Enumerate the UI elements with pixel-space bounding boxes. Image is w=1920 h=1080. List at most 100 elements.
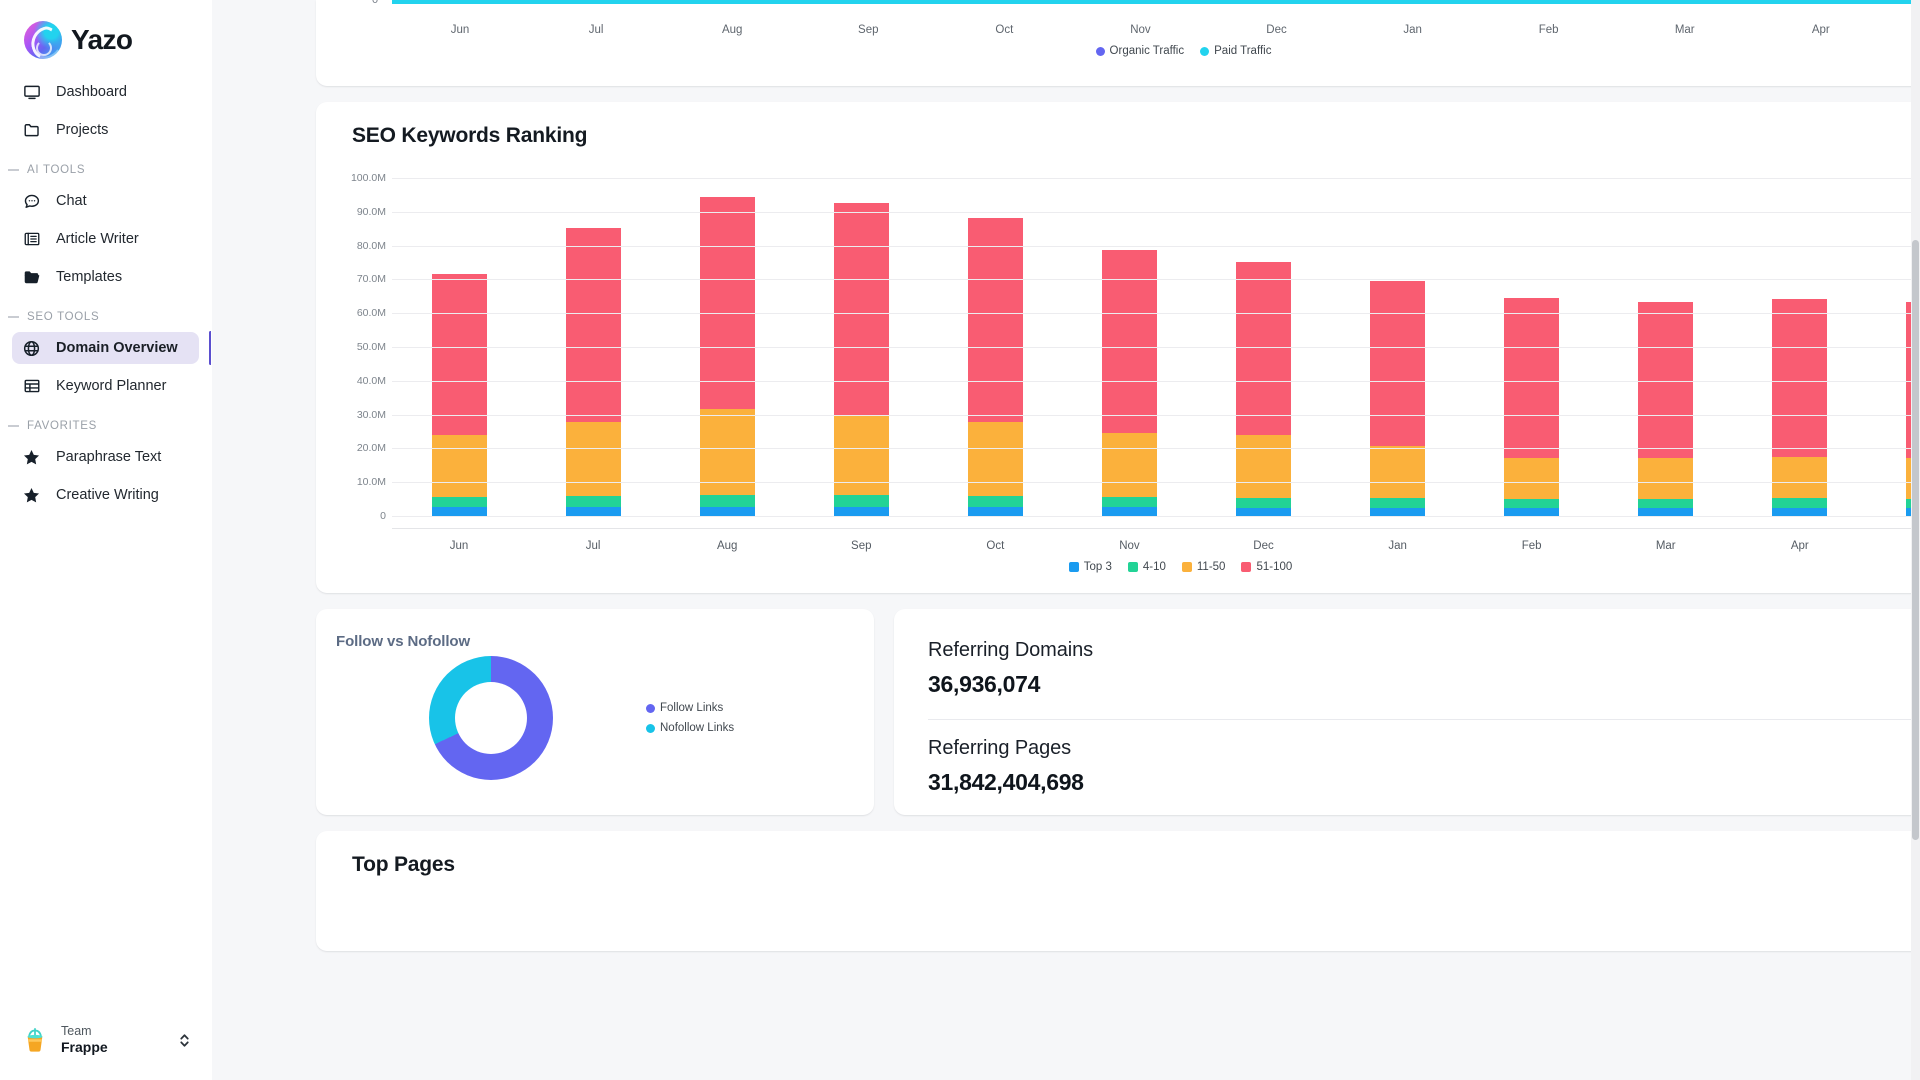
- legend-item[interactable]: Follow Links: [646, 702, 734, 714]
- stacked-bar[interactable]: [565, 228, 621, 516]
- bar-segment: [1236, 507, 1291, 516]
- seo-x-tick: Nov: [1119, 540, 1140, 552]
- stacked-bar[interactable]: [1101, 249, 1157, 516]
- sidebar-item-creative-writing[interactable]: Creative Writing: [12, 479, 199, 511]
- legend-dot-icon: [646, 723, 655, 733]
- sidebar-section-ai-tools: AI TOOLS: [8, 164, 199, 176]
- stacked-bar[interactable]: [1370, 281, 1426, 516]
- sidebar-item-chat[interactable]: Chat: [12, 185, 199, 217]
- bar-segment: [1370, 498, 1426, 508]
- newspaper-icon: [22, 230, 41, 249]
- seo-keywords-chart: 100.0M 90.0M 80.0M 70.0M 60.0M 50.0M 40.0M 30.0…: [336, 172, 1920, 528]
- seo-y-tick: 100.0M: [350, 172, 386, 184]
- seo-y-tick: 50.0M: [356, 341, 386, 353]
- traffic-paid-line: [392, 0, 1920, 4]
- traffic-x-tick: Apr: [1811, 24, 1830, 36]
- legend-label: 4-10: [1142, 561, 1166, 573]
- stacked-bar[interactable]: [967, 218, 1023, 516]
- sidebar-item-dashboard[interactable]: Dashboard: [12, 76, 199, 108]
- seo-x-tick: Jan: [1388, 540, 1407, 552]
- section-dash: [8, 425, 19, 427]
- seo-keywords-title: SEO Keywords Ranking: [352, 124, 588, 147]
- sidebar-nav: Dashboard Projects AI TOOLS Chat Article…: [0, 62, 211, 1012]
- main-content: 0 JunJulAugSepOctNovDecJanFebMarAprMay O…: [212, 0, 1920, 1080]
- team-meta: Team Frappe: [61, 1024, 166, 1056]
- bar-segment: [1236, 261, 1291, 436]
- bar-segment: [431, 434, 487, 498]
- sidebar-item-projects[interactable]: Projects: [12, 114, 199, 146]
- team-name: Frappe: [61, 1039, 108, 1056]
- seo-y-tick: 10.0M: [356, 476, 386, 489]
- bar-segment: [431, 497, 487, 508]
- chat-bubble-icon: [22, 192, 41, 211]
- legend-swatch-icon: [1241, 562, 1252, 572]
- legend-item[interactable]: 11-50: [1181, 561, 1225, 573]
- bar-segment: [1370, 507, 1426, 516]
- scrollbar-thumb[interactable]: [1912, 240, 1919, 840]
- gridline: [392, 245, 1920, 247]
- follow-vs-nofollow-card: Follow vs Nofollow Follow Links Nofollow …: [316, 609, 874, 815]
- seo-x-axis: JunJulAugSepOctNovDecJanFebMarAprMay: [392, 529, 1920, 552]
- bar-segment: [1370, 445, 1426, 499]
- legend-dot-icon: [1095, 46, 1105, 56]
- star-icon: [22, 448, 41, 467]
- bar-segment: [1101, 497, 1157, 508]
- stacked-bar[interactable]: [1772, 298, 1828, 516]
- sidebar-item-domain-overview[interactable]: Domain Overview: [12, 331, 211, 365]
- seo-y-tick: 70.0M: [356, 273, 386, 286]
- legend-item[interactable]: 51-100: [1241, 561, 1292, 573]
- legend-item[interactable]: Paid Traffic: [1200, 45, 1271, 57]
- traffic-x-tick: Feb: [1538, 24, 1559, 36]
- bar-segment: [699, 197, 755, 409]
- bar-segment: [967, 422, 1023, 497]
- sidebar-item-label: Paraphrase Text: [56, 448, 162, 465]
- legend-swatch-icon: [1127, 562, 1138, 572]
- bar-segment: [833, 415, 889, 496]
- bar-segment: [833, 203, 889, 416]
- dashboard-scroll-area: 0 JunJulAugSepOctNovDecJanFebMarAprMay O…: [212, 0, 1920, 951]
- seo-x-tick: Oct: [986, 540, 1005, 552]
- gridline: [392, 448, 1920, 450]
- sidebar-item-article-writer[interactable]: Article Writer: [12, 223, 199, 255]
- bar-segment: [1638, 508, 1694, 516]
- traffic-x-tick: Jul: [588, 24, 604, 36]
- bar-segment: [431, 507, 487, 516]
- sidebar-item-paraphrase-text[interactable]: Paraphrase Text: [12, 441, 199, 473]
- legend-item[interactable]: 4-10: [1127, 561, 1166, 573]
- stacked-bar[interactable]: [1638, 302, 1694, 516]
- legend-label: Nofollow Links: [660, 722, 735, 734]
- sidebar-item-templates[interactable]: Templates: [12, 261, 199, 293]
- stacked-bar[interactable]: [1504, 298, 1560, 516]
- legend-item[interactable]: Nofollow Links: [646, 722, 734, 734]
- brand[interactable]: Yazo: [0, 0, 211, 62]
- referring-domains-value: 36,936,074: [928, 671, 1041, 697]
- seo-x-tick: Aug: [716, 540, 738, 552]
- legend-label: 51-100: [1256, 561, 1293, 573]
- sidebar-section-label: SEO TOOLS: [27, 311, 100, 323]
- sidebar: Yazo Dashboard Projects AI TOOLS Chat Ar…: [0, 0, 212, 1080]
- bar-segment: [565, 506, 621, 516]
- seo-x-tick: Sep: [851, 540, 872, 552]
- traffic-x-tick: Sep: [858, 24, 879, 36]
- stacked-bar[interactable]: [833, 203, 889, 516]
- follow-nofollow-donut-chart[interactable]: [429, 656, 553, 780]
- stacked-bar[interactable]: [431, 274, 487, 516]
- legend-item[interactable]: Organic Traffic: [1095, 45, 1184, 57]
- sidebar-item-keyword-planner[interactable]: Keyword Planner: [12, 370, 199, 402]
- main-scrollbar[interactable]: [1911, 0, 1920, 1080]
- gridline: [392, 347, 1920, 348]
- top-pages-card: Top Pages: [316, 831, 1920, 951]
- legend-item[interactable]: Top 3: [1068, 561, 1112, 573]
- gridline: [392, 380, 1920, 382]
- gridline: [392, 279, 1920, 281]
- traffic-y-zero-label: 0: [372, 0, 379, 6]
- chevron-up-down-icon[interactable]: [177, 1032, 191, 1049]
- legend-swatch-icon: [1068, 562, 1079, 572]
- gridline: [392, 211, 1920, 213]
- bar-segment: [1504, 498, 1560, 508]
- traffic-chart-plot: 0: [372, 0, 1920, 14]
- sidebar-section-label: AI TOOLS: [27, 164, 86, 176]
- team-switcher[interactable]: Team Frappe: [10, 1012, 201, 1068]
- stacked-bar[interactable]: [1236, 261, 1291, 516]
- bar-segment: [1772, 498, 1828, 508]
